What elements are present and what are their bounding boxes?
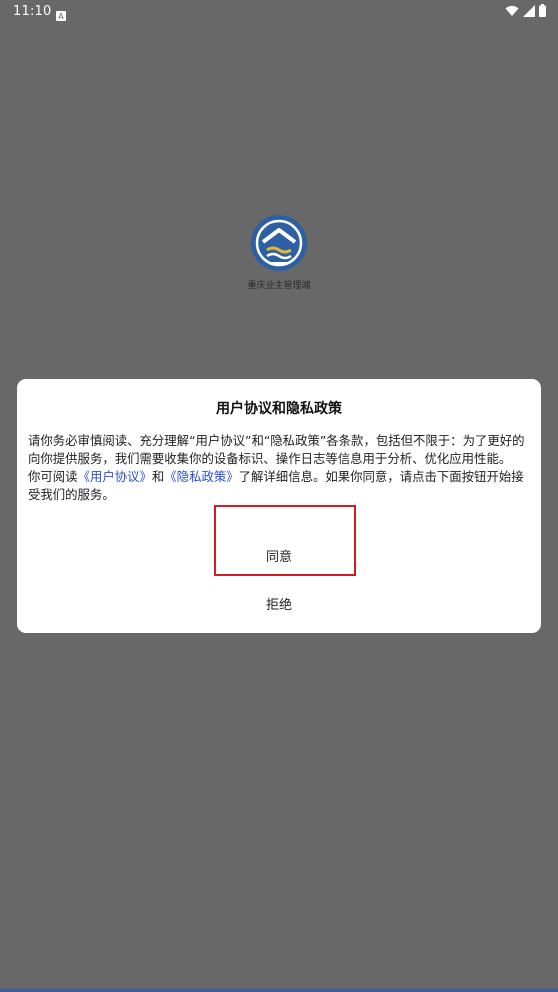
status-icons: [505, 2, 546, 21]
privacy-policy-link[interactable]: 《隐私政策》: [164, 469, 238, 484]
dialog-body: 请你务必审慎阅读、充分理解“用户协议”和“隐私政策”各条款，包括但不限于：为了更…: [28, 432, 531, 504]
app-logo-icon: [250, 214, 308, 272]
battery-icon: [539, 2, 546, 21]
dialog-title: 用户协议和隐私政策: [216, 401, 342, 417]
highlight-box: [214, 505, 356, 576]
svg-text:A: A: [58, 12, 64, 21]
notification-a-icon: A: [56, 6, 66, 21]
signal-icon: [523, 2, 535, 21]
status-time: 11:10: [13, 4, 52, 19]
reject-button[interactable]: 拒绝: [17, 594, 541, 613]
user-agreement-link[interactable]: 《用户协议》: [78, 469, 152, 484]
status-bar: 11:10 A: [0, 0, 558, 24]
wifi-icon: [505, 2, 519, 21]
paragraph-text: 和: [151, 469, 165, 484]
paragraph-text: 你可阅读: [28, 469, 78, 484]
dialog-paragraph: 你可阅读《用户协议》和《隐私政策》了解详细信息。如果你同意，请点击下面按钮开始接…: [28, 468, 531, 504]
dialog-paragraph: 请你务必审慎阅读、充分理解“用户协议”和“隐私政策”各条款，包括但不限于：为了更…: [28, 433, 525, 466]
app-name: 重庆业主管理端: [247, 281, 311, 291]
